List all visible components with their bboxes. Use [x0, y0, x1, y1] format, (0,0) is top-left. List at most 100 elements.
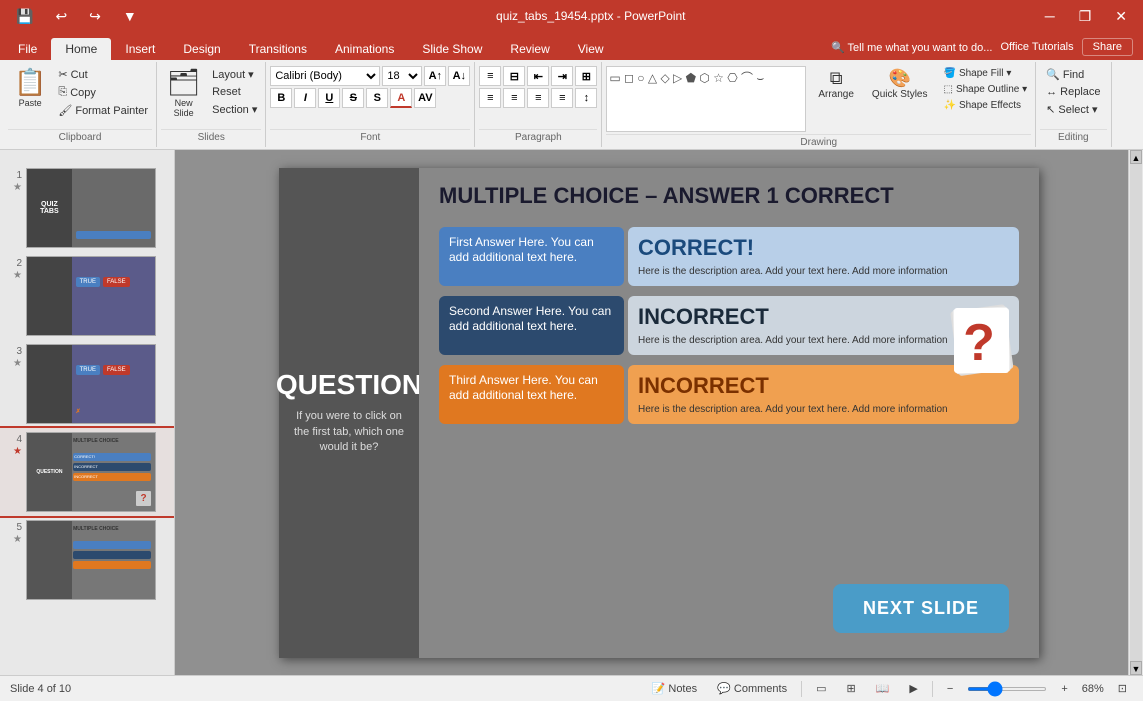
shape-palette: ▭ ◻ ○ △ ◇ ▷ ⬟ ⬡ ☆ ⎔ ⌒ ⌣: [606, 66, 806, 132]
vertical-scrollbar[interactable]: ▲ ▼: [1128, 150, 1143, 675]
ribbon-tab-bar: File Home Insert Design Transitions Anim…: [0, 32, 1143, 60]
italic-button[interactable]: I: [294, 88, 316, 108]
layout-button[interactable]: Layout ▾: [208, 66, 261, 83]
select-button[interactable]: ↖ Select ▾: [1040, 101, 1106, 118]
redo-button[interactable]: ↪: [81, 6, 109, 27]
title-bar-right: ─ ❐ ✕: [1037, 6, 1135, 27]
slide-thumb-2[interactable]: 2 ★ TRUE FALSE: [0, 252, 174, 340]
bookmark-icon-3: ★: [13, 358, 22, 369]
font-size-select[interactable]: 18: [382, 66, 422, 86]
tab-slideshow[interactable]: Slide Show: [408, 38, 496, 60]
normal-view-button[interactable]: ▭: [810, 680, 832, 697]
search-bar[interactable]: 🔍 Tell me what you want to do...: [831, 41, 992, 54]
quick-styles-button[interactable]: 🎨 Quick Styles: [866, 66, 934, 102]
underline-button[interactable]: U: [318, 88, 340, 108]
cut-button[interactable]: ✂Cut: [54, 66, 152, 83]
format-painter-button[interactable]: 🖌Format Painter: [54, 102, 152, 119]
font-row-2: B I U S S A AV: [270, 88, 470, 108]
increase-indent-button[interactable]: ⇥: [551, 66, 573, 86]
tab-design[interactable]: Design: [169, 38, 234, 60]
answer-box-1[interactable]: First Answer Here. You can add additiona…: [439, 227, 624, 286]
result-label-1: CORRECT!: [638, 235, 1009, 261]
slide-info: Slide 4 of 10: [10, 683, 71, 695]
shape-fill-button[interactable]: 🪣 Shape Fill ▾: [940, 66, 1032, 81]
slide-thumb-5[interactable]: 5 ★ MULTIPLE CHOICE: [0, 516, 174, 604]
tab-home[interactable]: Home: [51, 38, 111, 60]
reset-button[interactable]: Reset: [208, 84, 261, 100]
decrease-font-button[interactable]: A↓: [448, 66, 470, 86]
answer-box-2[interactable]: Second Answer Here. You can add addition…: [439, 296, 624, 355]
slides-group: 🗂 NewSlide Layout ▾ Reset Section ▾ Slid…: [157, 62, 266, 147]
strikethrough-button[interactable]: S: [342, 88, 364, 108]
tab-animations[interactable]: Animations: [321, 38, 408, 60]
increase-font-button[interactable]: A↑: [424, 66, 446, 86]
bold-button[interactable]: B: [270, 88, 292, 108]
replace-button[interactable]: ↔ Replace: [1040, 84, 1106, 100]
arrange-button[interactable]: ⧉ Arrange: [812, 66, 860, 102]
zoom-slider[interactable]: [967, 687, 1047, 691]
zoom-out-button[interactable]: −: [941, 681, 959, 697]
fit-to-window-button[interactable]: ⊡: [1112, 680, 1133, 697]
font-controls: Calibri (Body) 18 A↑ A↓ B I U S S A AV: [270, 64, 470, 127]
decrease-indent-button[interactable]: ⇤: [527, 66, 549, 86]
slide-thumb-1[interactable]: 1 ★ QUIZTABS: [0, 164, 174, 252]
restore-button[interactable]: ❐: [1071, 6, 1100, 27]
tab-insert[interactable]: Insert: [111, 38, 169, 60]
shape-outline-button[interactable]: ⬚ Shape Outline ▾: [940, 82, 1032, 97]
align-left-button[interactable]: ≡: [479, 88, 501, 108]
scroll-up-button[interactable]: ▲: [1130, 150, 1142, 164]
slide-sorter-button[interactable]: ⊞: [840, 680, 861, 697]
copy-button[interactable]: ⎘Copy: [54, 84, 152, 101]
scroll-track[interactable]: [1130, 164, 1142, 661]
answer-text-3: Third Answer Here. You can add additiona…: [449, 373, 598, 403]
bullets-button[interactable]: ≡: [479, 66, 501, 86]
align-center-button[interactable]: ≡: [503, 88, 525, 108]
shape-effects-button[interactable]: ✨ Shape Effects: [940, 98, 1032, 113]
numbering-button[interactable]: ⊟: [503, 66, 525, 86]
main-area: 1 ★ QUIZTABS 2 ★: [0, 150, 1143, 675]
comments-icon: 💬: [717, 683, 731, 695]
justify-button[interactable]: ≡: [551, 88, 573, 108]
slide-panel: 1 ★ QUIZTABS 2 ★: [0, 150, 175, 675]
office-tutorials[interactable]: Office Tutorials: [1000, 41, 1073, 53]
minimize-button[interactable]: ─: [1037, 6, 1063, 27]
new-slide-button[interactable]: 🗂 NewSlide: [161, 66, 206, 120]
paragraph-controls-inner: ≡ ⊟ ⇤ ⇥ ⊞ ≡ ≡ ≡ ≡ ↕: [479, 66, 597, 108]
undo-button[interactable]: ↩: [47, 6, 75, 27]
notes-button[interactable]: 📝 Notes: [646, 680, 704, 697]
slide-thumb-4[interactable]: 4 ★ QUESTION MULTIPLE CHOICE CORRECT! IN…: [0, 428, 174, 516]
zoom-in-button[interactable]: +: [1055, 681, 1073, 697]
tab-file[interactable]: File: [4, 38, 51, 60]
share-button[interactable]: Share: [1082, 38, 1133, 56]
close-button[interactable]: ✕: [1107, 6, 1135, 27]
question-text: If you were to click on the first tab, w…: [289, 409, 409, 455]
slide-right-panel: MULTIPLE CHOICE – ANSWER 1 CORRECT First…: [419, 168, 1039, 658]
reading-view-button[interactable]: 📖: [870, 680, 896, 697]
tab-transitions[interactable]: Transitions: [235, 38, 321, 60]
shadow-button[interactable]: S: [366, 88, 388, 108]
notes-icon: 📝: [652, 683, 666, 695]
answer-box-3[interactable]: Third Answer Here. You can add additiona…: [439, 365, 624, 424]
align-right-button[interactable]: ≡: [527, 88, 549, 108]
section-button[interactable]: Section ▾: [208, 101, 261, 118]
scroll-down-button[interactable]: ▼: [1130, 661, 1142, 675]
tab-review[interactable]: Review: [496, 38, 563, 60]
next-slide-button[interactable]: NEXT SLIDE: [833, 584, 1009, 633]
comments-button[interactable]: 💬 Comments: [711, 680, 793, 697]
line-spacing-button[interactable]: ↕: [575, 88, 597, 108]
customize-button[interactable]: ▼: [115, 6, 145, 26]
editing-buttons: 🔍 Find ↔ Replace ↖ Select ▾: [1040, 66, 1106, 118]
slide-thumb-3[interactable]: 3 ★ TRUE FALSE ✗: [0, 340, 174, 428]
save-button[interactable]: 💾: [8, 6, 41, 27]
columns-button[interactable]: ⊞: [575, 66, 597, 86]
char-spacing-button[interactable]: AV: [414, 88, 436, 108]
shape-icons: ▭ ◻ ○ △ ◇ ▷ ⬟ ⬡ ☆ ⎔ ⌒ ⌣: [609, 69, 764, 86]
font-family-select[interactable]: Calibri (Body): [270, 66, 380, 86]
font-color-button[interactable]: A: [390, 88, 412, 108]
slideshow-button[interactable]: ▶: [903, 680, 923, 697]
find-icon: 🔍: [1046, 68, 1060, 81]
tab-view[interactable]: View: [564, 38, 618, 60]
find-button[interactable]: 🔍 Find: [1040, 66, 1106, 83]
format-painter-icon: 🖌: [58, 104, 72, 117]
paste-button[interactable]: 📋 Paste: [8, 66, 52, 110]
